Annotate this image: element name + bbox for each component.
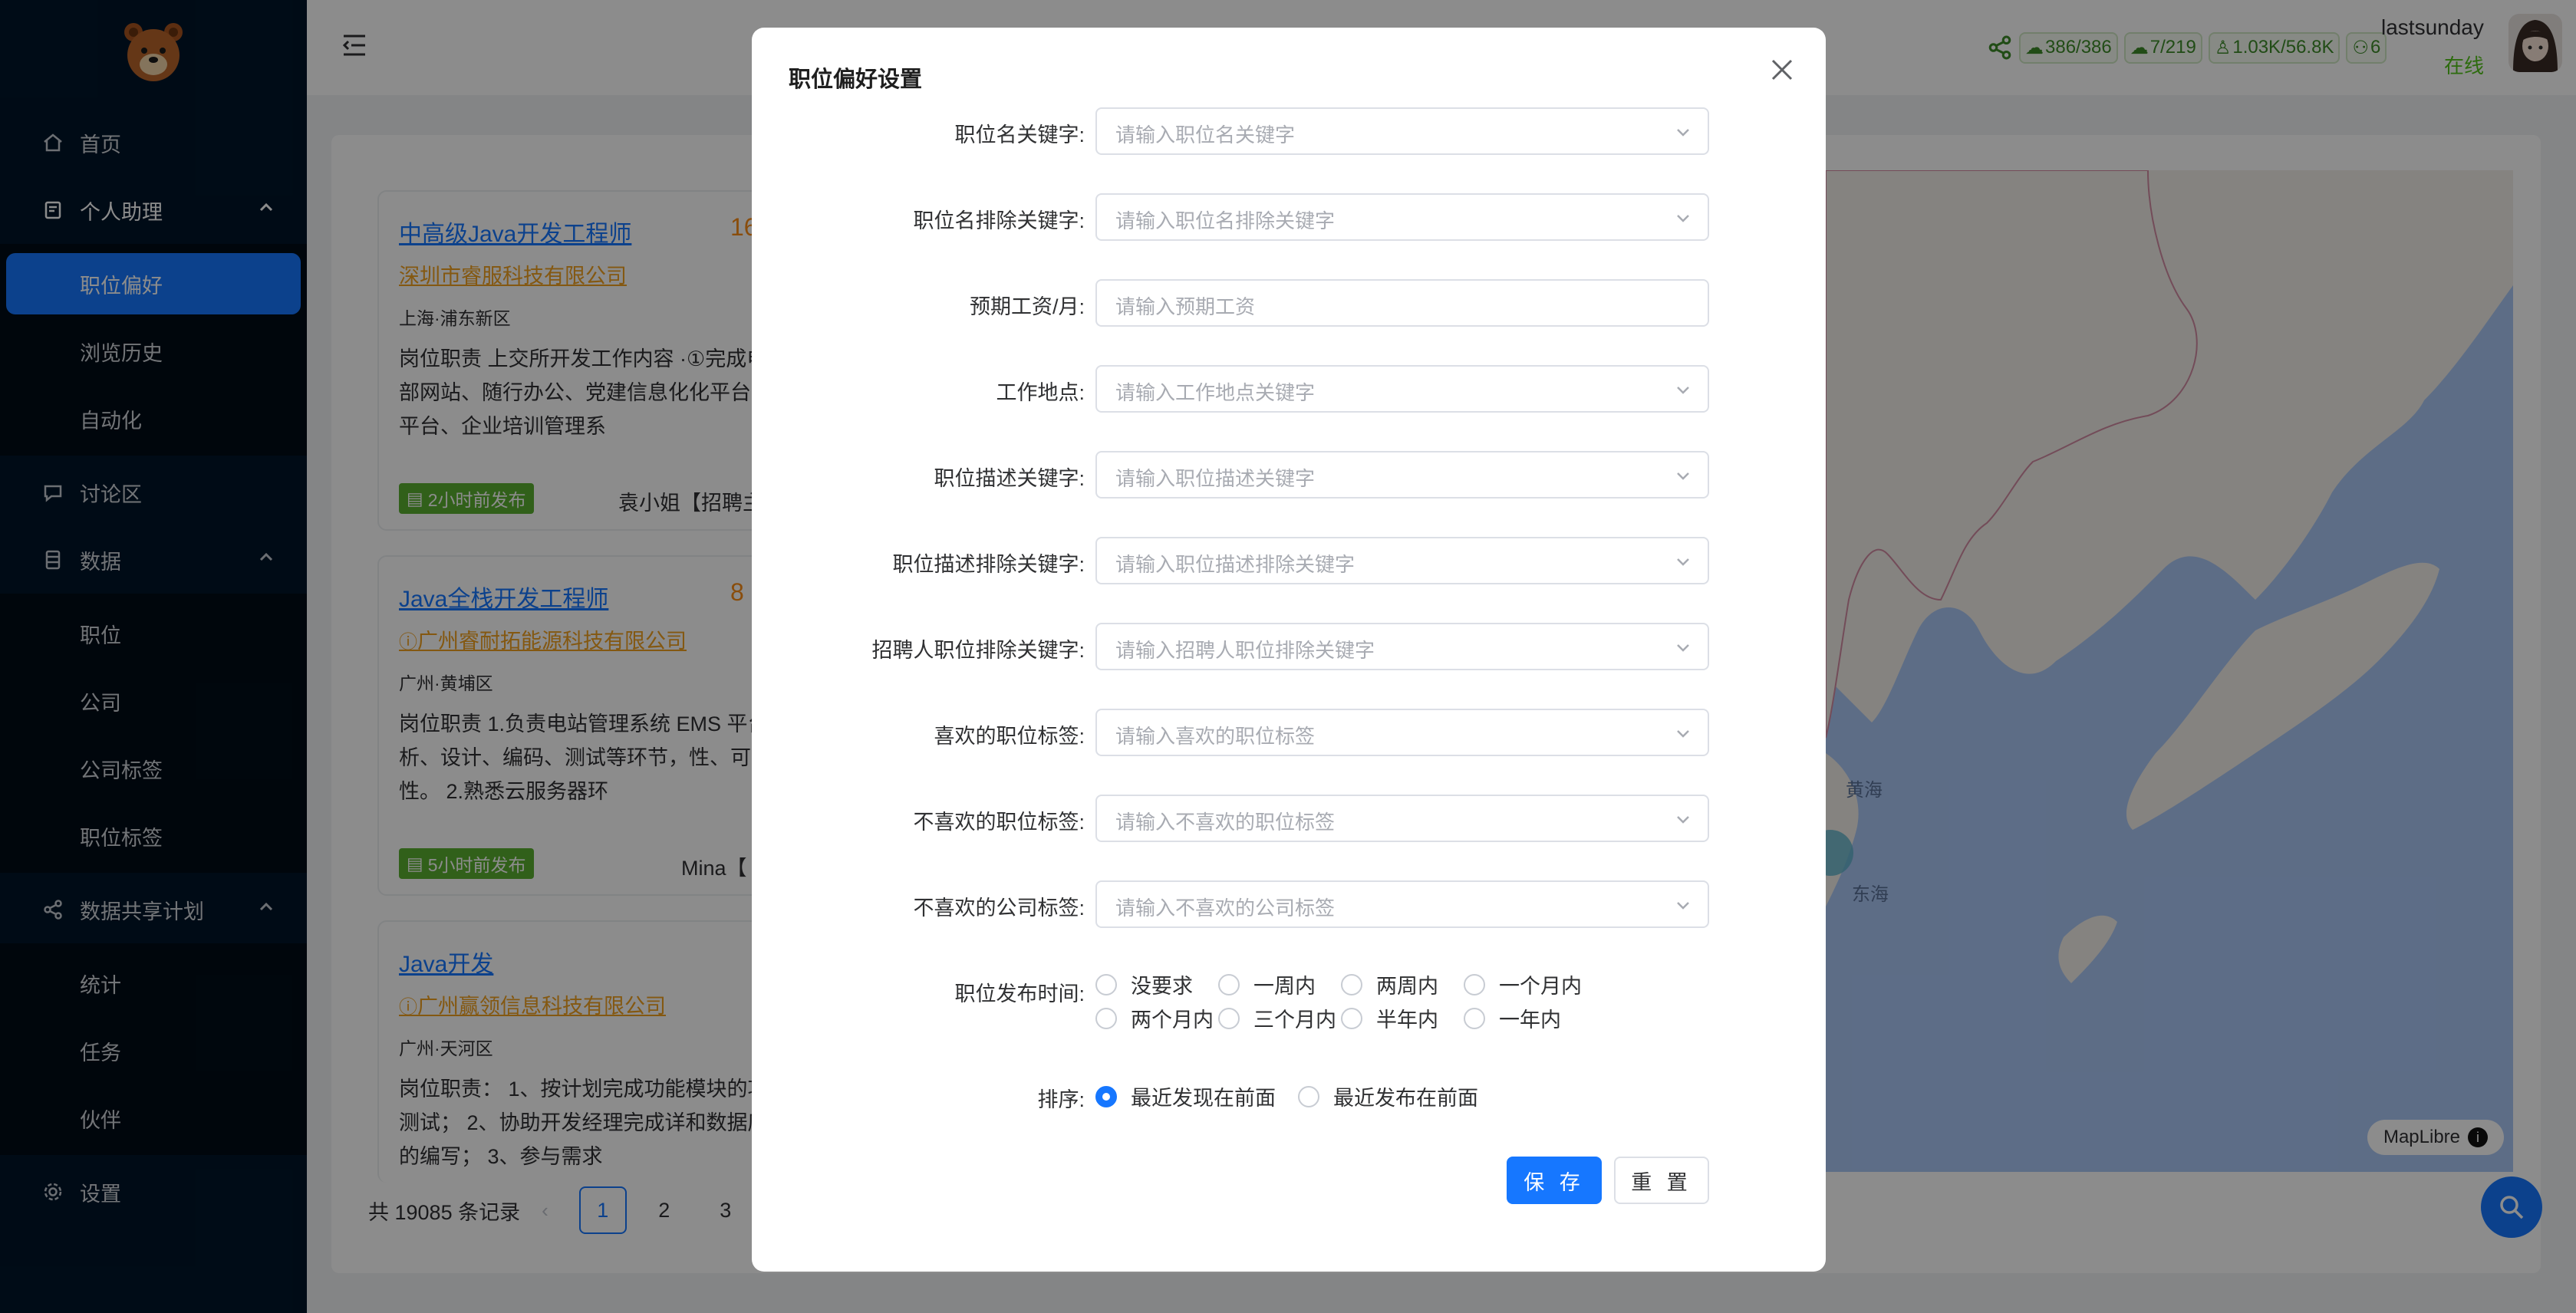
chevron-down-icon: [1674, 380, 1692, 399]
publish-time-option[interactable]: 一个月内: [1464, 969, 1582, 999]
field-label: 职位描述排除关键字:: [892, 553, 1085, 576]
reset-button[interactable]: 重 置: [1614, 1157, 1709, 1204]
publish-time-label: 职位发布时间:: [954, 982, 1085, 1005]
radio-label: 两个月内: [1131, 1009, 1214, 1032]
radio-circle[interactable]: [1095, 973, 1117, 995]
field-placeholder: 请输入职位描述关键字: [1115, 467, 1316, 490]
radio-circle[interactable]: [1464, 973, 1485, 995]
field-placeholder: 请输入预期工资: [1115, 295, 1256, 318]
field-placeholder: 请输入不喜欢的职位标签: [1115, 811, 1336, 834]
field-label: 喜欢的职位标签:: [934, 725, 1085, 748]
keyword-select[interactable]: 请输入招聘人职位排除关键字: [1095, 623, 1709, 670]
radio-circle[interactable]: [1095, 1007, 1117, 1029]
keyword-select[interactable]: 请输入职位描述关键字: [1095, 451, 1709, 499]
field-label: 不喜欢的职位标签:: [913, 811, 1085, 834]
keyword-select[interactable]: 请输入喜欢的职位标签: [1095, 709, 1709, 756]
field-placeholder: 请输入招聘人职位排除关键字: [1115, 639, 1375, 662]
field-placeholder: 请输入职位名排除关键字: [1115, 209, 1336, 232]
chevron-down-icon: [1674, 724, 1692, 742]
radio-circle[interactable]: [1218, 1007, 1240, 1029]
radio-circle[interactable]: [1298, 1085, 1319, 1107]
radio-label: 最近发现在前面: [1131, 1087, 1276, 1110]
keyword-select[interactable]: 请输入工作地点关键字: [1095, 365, 1709, 413]
radio-label: 一年内: [1499, 1009, 1561, 1032]
keyword-select[interactable]: 请输入不喜欢的公司标签: [1095, 880, 1709, 928]
chevron-down-icon: [1674, 810, 1692, 828]
radio-label: 一周内: [1253, 975, 1316, 998]
radio-label: 三个月内: [1253, 1009, 1336, 1032]
field-label: 预期工资/月:: [969, 295, 1085, 318]
publish-time-option[interactable]: 半年内: [1341, 1003, 1438, 1033]
radio-circle[interactable]: [1341, 1007, 1362, 1029]
field-label: 职位名排除关键字:: [913, 209, 1085, 232]
radio-label: 半年内: [1376, 1009, 1438, 1032]
radio-circle[interactable]: [1218, 973, 1240, 995]
sort-option[interactable]: 最近发现在前面: [1095, 1081, 1276, 1111]
salary-input[interactable]: 请输入预期工资: [1095, 279, 1709, 327]
radio-circle[interactable]: [1341, 973, 1362, 995]
chevron-down-icon: [1674, 123, 1692, 141]
radio-label: 最近发布在前面: [1333, 1087, 1478, 1110]
keyword-select[interactable]: 请输入职位名排除关键字: [1095, 193, 1709, 241]
publish-time-option[interactable]: 两周内: [1341, 969, 1438, 999]
save-button[interactable]: 保 存: [1507, 1157, 1602, 1204]
dialog-title: 职位偏好设置: [789, 67, 923, 92]
publish-time-option[interactable]: 两个月内: [1095, 1003, 1214, 1033]
chevron-down-icon: [1674, 209, 1692, 227]
field-placeholder: 请输入不喜欢的公司标签: [1115, 897, 1336, 920]
field-label: 招聘人职位排除关键字:: [871, 639, 1085, 662]
close-icon[interactable]: [1769, 57, 1795, 83]
radio-label: 没要求: [1131, 975, 1193, 998]
radio-label: 一个月内: [1499, 975, 1582, 998]
chevron-down-icon: [1674, 552, 1692, 571]
publish-time-option[interactable]: 一周内: [1218, 969, 1316, 999]
publish-time-option[interactable]: 一年内: [1464, 1003, 1561, 1033]
chevron-down-icon: [1674, 638, 1692, 656]
radio-label: 两周内: [1376, 975, 1438, 998]
field-label: 职位名关键字:: [954, 123, 1085, 146]
radio-circle[interactable]: [1464, 1007, 1485, 1029]
publish-time-option[interactable]: 三个月内: [1218, 1003, 1336, 1033]
field-placeholder: 请输入喜欢的职位标签: [1115, 725, 1316, 748]
sort-option[interactable]: 最近发布在前面: [1298, 1081, 1478, 1111]
radio-circle[interactable]: [1095, 1085, 1117, 1107]
sort-label: 排序:: [1037, 1088, 1085, 1111]
keyword-select[interactable]: 请输入职位描述排除关键字: [1095, 537, 1709, 584]
field-placeholder: 请输入职位名关键字: [1115, 123, 1296, 146]
chevron-down-icon: [1674, 896, 1692, 914]
field-label: 工作地点:: [996, 381, 1085, 404]
chevron-down-icon: [1674, 466, 1692, 485]
keyword-select[interactable]: 请输入职位名关键字: [1095, 107, 1709, 155]
field-placeholder: 请输入工作地点关键字: [1115, 381, 1316, 404]
publish-time-option[interactable]: 没要求: [1095, 969, 1193, 999]
field-label: 不喜欢的公司标签:: [913, 897, 1085, 920]
field-placeholder: 请输入职位描述排除关键字: [1115, 553, 1356, 576]
keyword-select[interactable]: 请输入不喜欢的职位标签: [1095, 795, 1709, 842]
field-label: 职位描述关键字:: [934, 467, 1085, 490]
